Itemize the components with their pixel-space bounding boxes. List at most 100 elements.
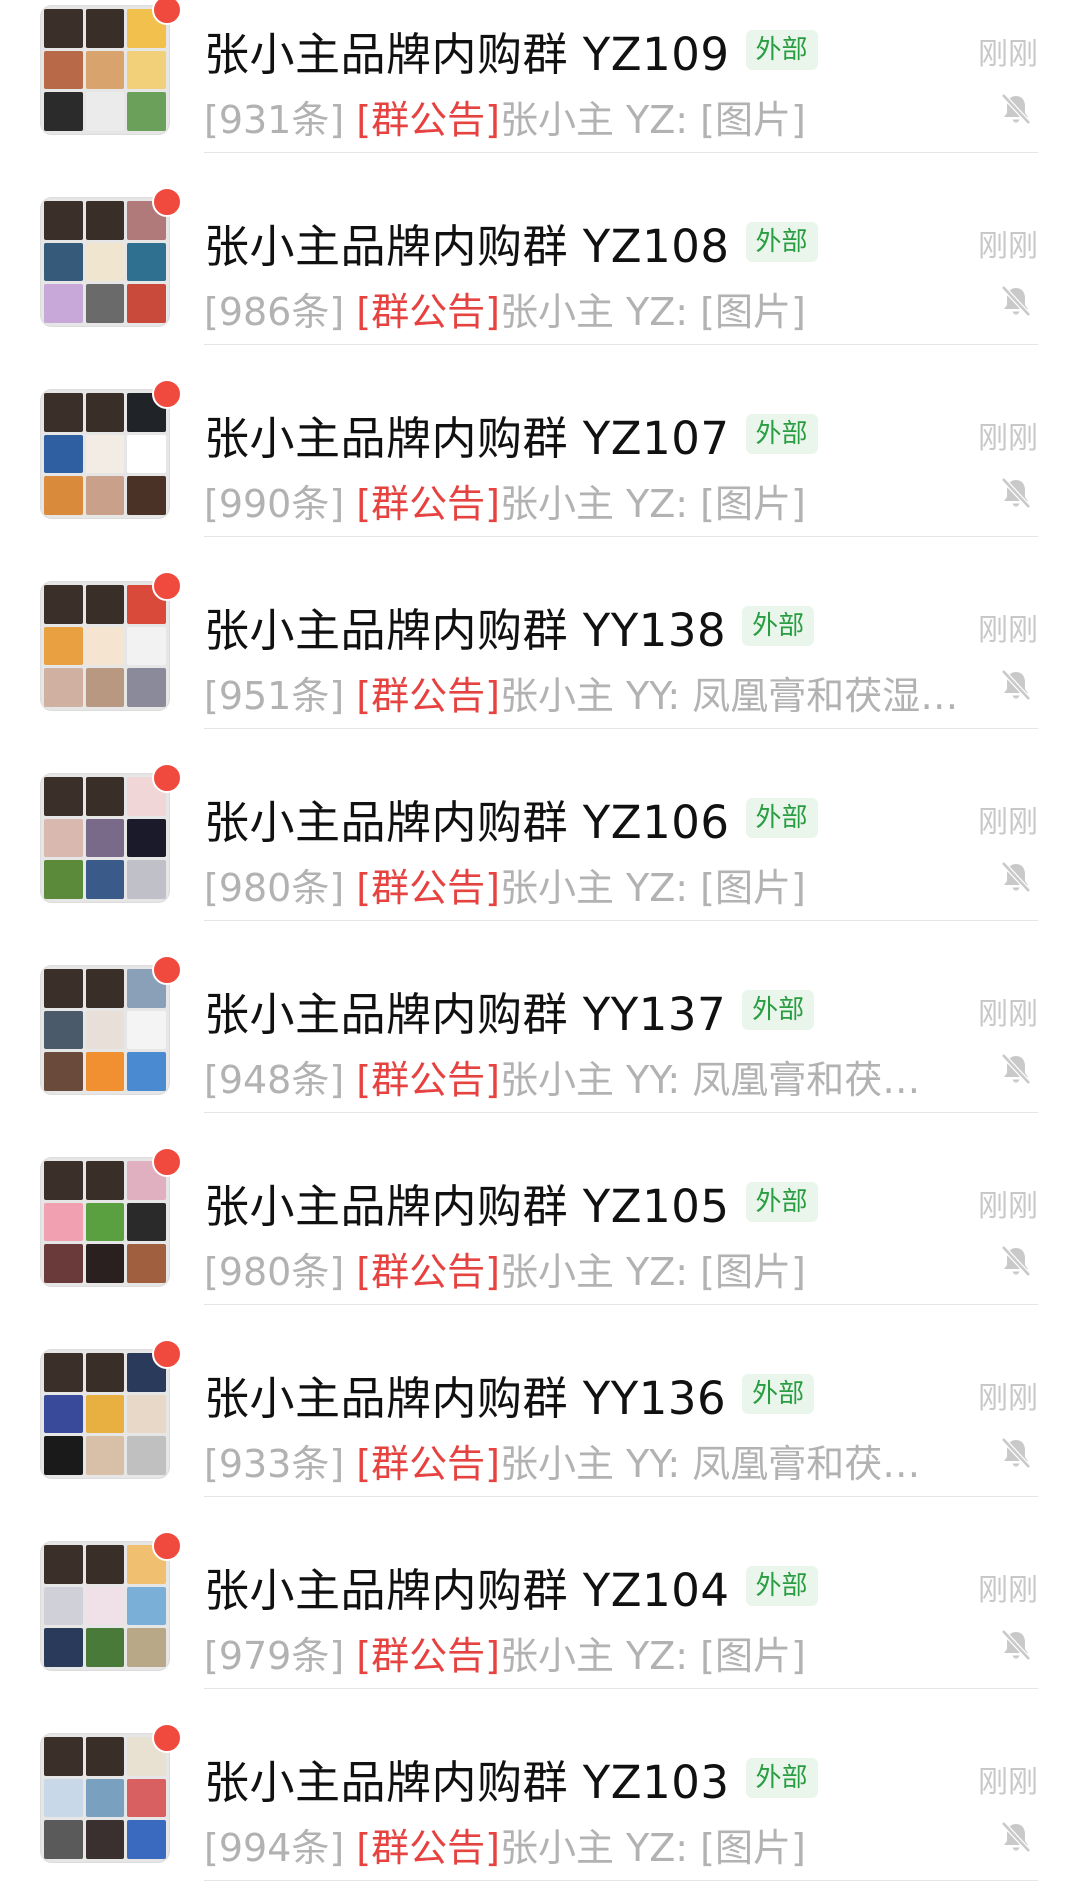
avatar-tile (85, 1244, 125, 1283)
external-tag: 外部 (742, 1374, 815, 1414)
chat-row-8[interactable]: 张小主品牌内购群 YY136 外部 刚刚 [933条] [群公告]张小主 YY:… (0, 1305, 1080, 1497)
avatar-tile (127, 1202, 166, 1242)
unread-dot (152, 571, 182, 601)
group-notice-label: [群公告] (356, 1634, 500, 1678)
group-avatar[interactable] (40, 1723, 182, 1863)
chat-row-3[interactable]: 张小主品牌内购群 YZ107 外部 刚刚 [990条] [群公告]张小主 YZ:… (0, 345, 1080, 537)
chat-row-9[interactable]: 张小主品牌内购群 YZ104 外部 刚刚 [979条] [群公告]张小主 YZ:… (0, 1497, 1080, 1689)
avatar-tile (44, 434, 83, 474)
group-avatar[interactable] (40, 1531, 182, 1671)
group-avatar-grid (40, 581, 170, 711)
chat-row-1[interactable]: 张小主品牌内购群 YZ109 外部 刚刚 [931条] [群公告]张小主 YZ:… (0, 0, 1080, 153)
last-message: 张小主 YY: 凤凰膏和茯湿… (499, 674, 959, 718)
avatar-tile (44, 777, 83, 816)
last-message: 张小主 YZ: [图片] (499, 290, 806, 334)
mute-bell-icon (1001, 1245, 1031, 1277)
external-tag: 外部 (742, 606, 815, 646)
chat-preview: [979条] [群公告]张小主 YZ: [图片] (204, 1625, 964, 1680)
chat-row-5[interactable]: 张小主品牌内购群 YZ106 外部 刚刚 [980条] [群公告]张小主 YZ:… (0, 729, 1080, 921)
chat-title-line: 张小主品牌内购群 YZ107 外部 (204, 408, 818, 465)
last-message: 张小主 YZ: [图片] (499, 98, 806, 142)
chat-preview: [948条] [群公告]张小主 YY: 凤凰膏和茯… (204, 1049, 964, 1104)
group-avatar[interactable] (40, 379, 182, 519)
avatar-tile (127, 668, 166, 707)
external-tag: 外部 (745, 30, 818, 70)
avatar-tile (85, 1010, 125, 1050)
unread-dot (152, 187, 182, 217)
avatar-tile (127, 860, 166, 899)
unread-dot (152, 379, 182, 409)
chat-preview: [980条] [群公告]张小主 YZ: [图片] (204, 857, 964, 912)
chat-row-7[interactable]: 张小主品牌内购群 YZ105 外部 刚刚 [980条] [群公告]张小主 YZ:… (0, 1113, 1080, 1305)
chat-time: 刚刚 (978, 1189, 1038, 1224)
group-avatar[interactable] (40, 1339, 182, 1479)
avatar-tile (85, 1628, 125, 1667)
avatar-tile (85, 585, 125, 624)
group-avatar-grid (40, 1541, 170, 1671)
group-avatar[interactable] (40, 1147, 182, 1287)
avatar-tile (44, 585, 83, 624)
avatar-tile (85, 1353, 125, 1392)
avatar-tile (85, 284, 125, 323)
avatar-tile (85, 626, 125, 666)
chat-preview: [994条] [群公告]张小主 YZ: [图片] (204, 1817, 964, 1872)
avatar-tile (44, 1161, 83, 1200)
message-count: [979条] (204, 1634, 345, 1678)
avatar-tile (127, 476, 166, 515)
chat-title: 张小主品牌内购群 YZ108 (204, 219, 730, 273)
avatar-tile (127, 92, 166, 131)
unread-dot (152, 955, 182, 985)
group-notice-label: [群公告] (356, 866, 500, 910)
message-count: [980条] (204, 1250, 345, 1294)
group-avatar[interactable] (40, 0, 182, 135)
group-avatar-grid (40, 965, 170, 1095)
avatar-tile (44, 626, 83, 666)
last-message: 张小主 YZ: [图片] (499, 1250, 806, 1294)
chat-row-10[interactable]: 张小主品牌内购群 YZ103 外部 刚刚 [994条] [群公告]张小主 YZ:… (0, 1689, 1080, 1881)
message-count: [986条] (204, 290, 345, 334)
avatar-tile (44, 1778, 83, 1818)
external-tag: 外部 (745, 1758, 818, 1798)
chat-title: 张小主品牌内购群 YZ107 (204, 411, 730, 465)
avatar-tile (85, 969, 125, 1008)
last-message: 张小主 YY: 凤凰膏和茯… (499, 1442, 921, 1486)
avatar-tile (127, 1244, 166, 1283)
group-avatar-grid (40, 1733, 170, 1863)
avatar-tile (85, 242, 125, 282)
avatar-tile (44, 1353, 83, 1392)
group-avatar[interactable] (40, 763, 182, 903)
unread-dot (152, 1339, 182, 1369)
chat-row-2[interactable]: 张小主品牌内购群 YZ108 外部 刚刚 [986条] [群公告]张小主 YZ:… (0, 153, 1080, 345)
chat-time: 刚刚 (978, 1765, 1038, 1800)
avatar-tile (85, 860, 125, 899)
chat-row-6[interactable]: 张小主品牌内购群 YY137 外部 刚刚 [948条] [群公告]张小主 YY:… (0, 921, 1080, 1113)
chat-title-line: 张小主品牌内购群 YZ103 外部 (204, 1752, 818, 1809)
external-tag: 外部 (745, 222, 818, 262)
avatar-tile (44, 818, 83, 858)
avatar-tile (44, 969, 83, 1008)
chat-time: 刚刚 (978, 1573, 1038, 1608)
avatar-tile (127, 1394, 166, 1434)
unread-dot (152, 0, 182, 25)
group-notice-label: [群公告] (356, 674, 500, 718)
chat-title-line: 张小主品牌内购群 YY137 外部 (204, 984, 815, 1041)
avatar-tile (44, 1436, 83, 1475)
group-avatar[interactable] (40, 955, 182, 1095)
group-avatar[interactable] (40, 571, 182, 711)
avatar-tile (44, 242, 83, 282)
avatar-tile (85, 1545, 125, 1584)
avatar-tile (44, 1737, 83, 1776)
mute-bell-icon (1001, 1053, 1031, 1085)
chat-title: 张小主品牌内购群 YY136 (204, 1371, 727, 1425)
avatar-tile (44, 1628, 83, 1667)
avatar-tile (127, 1052, 166, 1091)
chat-title-line: 张小主品牌内购群 YZ104 外部 (204, 1560, 818, 1617)
avatar-tile (44, 1052, 83, 1091)
avatar-tile (85, 393, 125, 432)
message-count: [990条] (204, 482, 345, 526)
group-avatar[interactable] (40, 187, 182, 327)
avatar-tile (85, 201, 125, 240)
chat-time: 刚刚 (978, 37, 1038, 72)
avatar-tile (85, 50, 125, 90)
chat-row-4[interactable]: 张小主品牌内购群 YY138 外部 刚刚 [951条] [群公告]张小主 YY:… (0, 537, 1080, 729)
